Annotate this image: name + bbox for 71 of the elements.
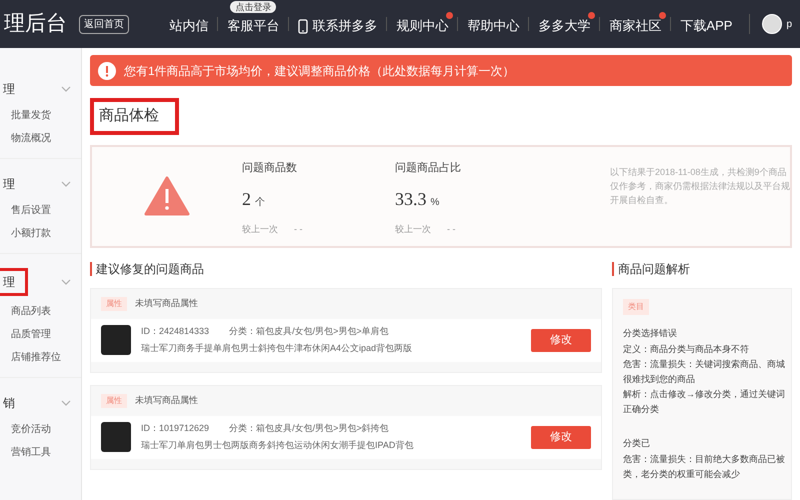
issue-tag: 属性 xyxy=(101,394,127,408)
stat-label: 问题商品数 xyxy=(242,160,298,176)
sidebar-item[interactable]: 品质管理 xyxy=(0,323,81,346)
product-name: 瑞士军刀商务手提单肩包男士斜挎包牛津布休闲A4公文ipad背包两版 xyxy=(141,342,414,355)
section-title: 商品问题解析 xyxy=(612,262,792,276)
product-name: 瑞士军刀单肩包男士包两版商务斜挎包运动休闲女潮手提包IPAD背包 xyxy=(141,439,414,452)
alert-text: 您有1件商品高于市场均价，建议调整商品价格（此处数据每月计算一次） xyxy=(124,62,515,80)
nav-link[interactable]: 规则中心 xyxy=(396,16,448,36)
sidebar-item[interactable]: 店铺推荐位 xyxy=(0,346,81,369)
warning-icon xyxy=(144,176,190,216)
sidebar-item[interactable]: 营销工具 xyxy=(0,441,81,464)
analysis-text: 类，老分类的权重可能会减少 xyxy=(623,468,741,480)
category-tag: 类目 xyxy=(623,298,649,314)
compare-label: 较上一次 xyxy=(242,223,278,236)
issue-text: 未填写商品属性 xyxy=(135,296,198,310)
analysis-text: 定义：商品分类与商品本身不符 xyxy=(623,342,750,356)
exclamation-icon xyxy=(98,62,116,80)
chevron-down-icon xyxy=(61,279,71,285)
stat-label: 问题商品占比 xyxy=(395,160,462,176)
stat-value: 2 xyxy=(242,188,251,211)
phone-icon xyxy=(298,18,308,34)
analysis-heading: 分类已 xyxy=(623,436,651,450)
note-line: 开展自检自查。 xyxy=(610,194,674,206)
issue-text: 未填写商品属性 xyxy=(135,394,198,407)
sidebar-item[interactable]: 小额打款 xyxy=(0,222,81,245)
analysis-text: 正确分类 xyxy=(623,402,660,416)
product-photo-placeholder xyxy=(101,325,131,355)
chevron-down-icon xyxy=(61,181,71,187)
home-button[interactable]: 返回首页 xyxy=(79,14,129,34)
sidebar-item[interactable]: 竞价活动 xyxy=(0,418,81,441)
user-name: p xyxy=(786,18,792,32)
sidebar-group-title[interactable]: 理 xyxy=(0,78,18,100)
compare-value: - - xyxy=(294,223,302,236)
sidebar-item[interactable]: 物流概况 xyxy=(0,127,81,150)
product-category: 分类：箱包皮具/女包/男包>男包>单肩包 xyxy=(229,324,389,338)
page-title: 商品体检 xyxy=(90,98,179,134)
stat-unit: 个 xyxy=(255,196,265,210)
sidebar-item[interactable]: 商品列表 xyxy=(0,300,81,323)
chevron-down-icon xyxy=(61,400,71,406)
app-title: 理后台 xyxy=(4,11,67,38)
stat-unit: % xyxy=(430,196,440,210)
nav-link[interactable]: 客服平台 xyxy=(227,16,280,36)
sidebar-item[interactable]: 售后设置 xyxy=(0,199,81,222)
sidebar-item[interactable]: 批量发货 xyxy=(0,104,81,127)
section-title: 建议修复的问题商品 xyxy=(90,262,602,276)
product-category: 分类：箱包皮具/女包/男包>男包>斜挎包 xyxy=(229,422,389,434)
note-line: 以下结果于2018-11-08生成，共检测9个商品， xyxy=(610,166,790,178)
stat-value: 33.3 xyxy=(395,188,426,211)
nav-link[interactable]: 下载APP xyxy=(680,16,732,36)
edit-button[interactable]: 修改 xyxy=(531,328,591,352)
login-badge[interactable]: 点击登录 xyxy=(230,1,276,14)
analysis-text: 很难找到您的商品 xyxy=(623,372,696,386)
sidebar-group-title[interactable]: 理 xyxy=(0,268,28,296)
issue-tag: 属性 xyxy=(101,296,127,310)
analysis-heading: 分类选择错误 xyxy=(623,326,678,340)
user-avatar[interactable] xyxy=(762,14,782,34)
nav-link[interactable]: 多多大学 xyxy=(538,16,590,36)
product-id: ID：2424814333 xyxy=(141,324,210,338)
edit-button[interactable]: 修改 xyxy=(531,426,591,448)
compare-label: 较上一次 xyxy=(395,223,431,236)
note-line: 仅作参考，商家仍需根据法律法规以及平台规 xyxy=(610,180,790,192)
nav-link[interactable]: 联系拼多多 xyxy=(312,16,378,36)
nav-link[interactable]: 帮助中心 xyxy=(467,16,520,36)
sidebar-group-title[interactable]: 销 xyxy=(0,392,18,414)
sidebar-group-title[interactable]: 理 xyxy=(0,173,18,195)
product-id: ID：1019712629 xyxy=(141,422,210,434)
nav-link[interactable]: 站内信 xyxy=(169,16,208,36)
product-photo-placeholder xyxy=(101,422,131,452)
nav-link[interactable]: 商家社区 xyxy=(609,16,662,36)
compare-value: - - xyxy=(447,223,456,236)
chevron-down-icon xyxy=(61,86,71,92)
